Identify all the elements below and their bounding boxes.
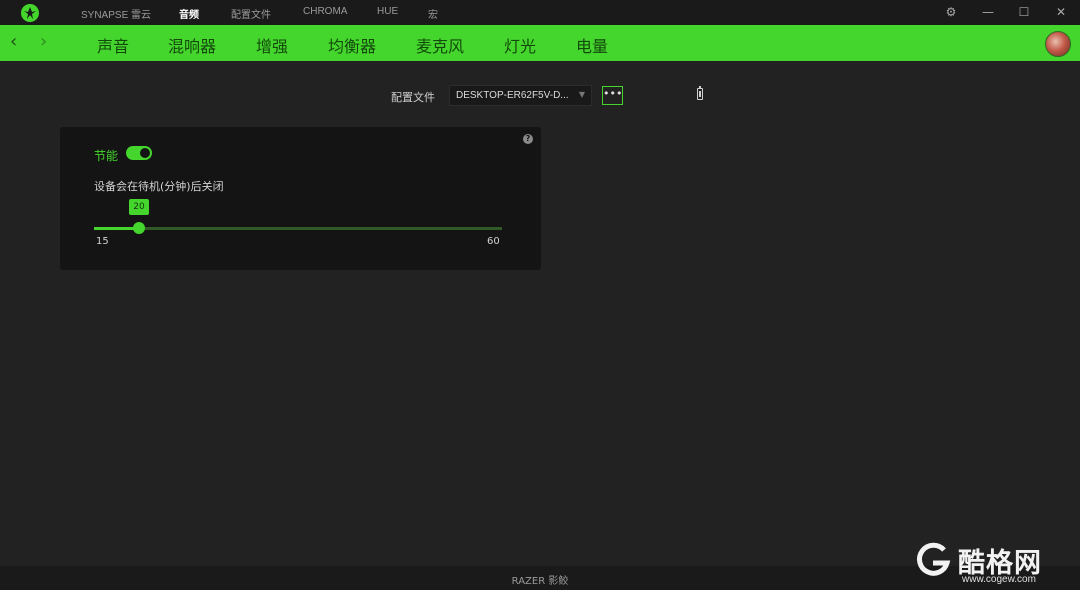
tab-microphone[interactable]: 麦克风 [416,33,464,57]
slider-thumb[interactable] [133,222,145,234]
nav-chroma[interactable]: CHROMA [303,6,347,17]
sub-nav: ‹ › 声音 混响器 增强 均衡器 麦克风 灯光 电量 [0,25,1080,61]
slider-min-label: 15 [96,236,109,247]
tab-mixer[interactable]: 混响器 [168,33,216,57]
user-avatar[interactable] [1045,31,1071,57]
tab-power[interactable]: 电量 [576,33,608,57]
forward-arrow-icon[interactable]: › [40,32,47,52]
nav-synapse[interactable]: SYNAPSE 雷云 [81,6,151,21]
sleep-timer-slider[interactable] [94,222,502,234]
settings-gear-icon[interactable]: ⚙ [943,4,959,20]
profile-select-value: DESKTOP-ER62F5V-D... [456,90,569,101]
tab-equalizer[interactable]: 均衡器 [328,33,376,57]
profile-select[interactable]: DESKTOP-ER62F5V-D... ▼ [449,85,592,106]
watermark-logo-icon [917,542,951,576]
chevron-down-icon: ▼ [578,90,585,99]
power-panel: ? 节能 设备会在待机(分钟)后关闭 20 15 60 [60,127,541,270]
slider-value-tooltip: 20 [129,199,149,215]
power-saving-label: 节能 [94,149,119,163]
tab-sound[interactable]: 声音 [97,33,129,57]
nav-profiles[interactable]: 配置文件 [231,6,271,21]
sleep-description: 设备会在待机(分钟)后关闭 [94,180,224,193]
razer-logo-icon[interactable] [20,3,40,23]
nav-hue[interactable]: HUE [377,6,398,17]
close-icon[interactable]: ✕ [1053,4,1069,20]
power-saving-toggle[interactable] [126,146,152,160]
watermark-url: www.cogew.com [962,574,1036,585]
tab-lighting[interactable]: 灯光 [504,33,536,57]
profile-label: 配置文件 [391,91,435,104]
nav-audio[interactable]: 音频 [179,6,199,21]
watermark: 酷格网 www.cogew.com [914,541,1074,585]
toggle-knob [140,148,150,158]
profile-more-button[interactable]: ••• [602,86,623,105]
battery-icon [697,86,703,100]
maximize-icon[interactable]: ☐ [1016,4,1032,20]
minimize-icon[interactable]: — [980,4,996,20]
tab-enhancement[interactable]: 增强 [256,33,288,57]
slider-max-label: 60 [487,236,500,247]
back-arrow-icon[interactable]: ‹ [10,32,17,52]
nav-macro[interactable]: 宏 [428,6,438,21]
help-icon[interactable]: ? [523,134,533,144]
title-bar: SYNAPSE 雷云 音频 配置文件 CHROMA HUE 宏 ⚙ — ☐ ✕ [0,0,1080,25]
